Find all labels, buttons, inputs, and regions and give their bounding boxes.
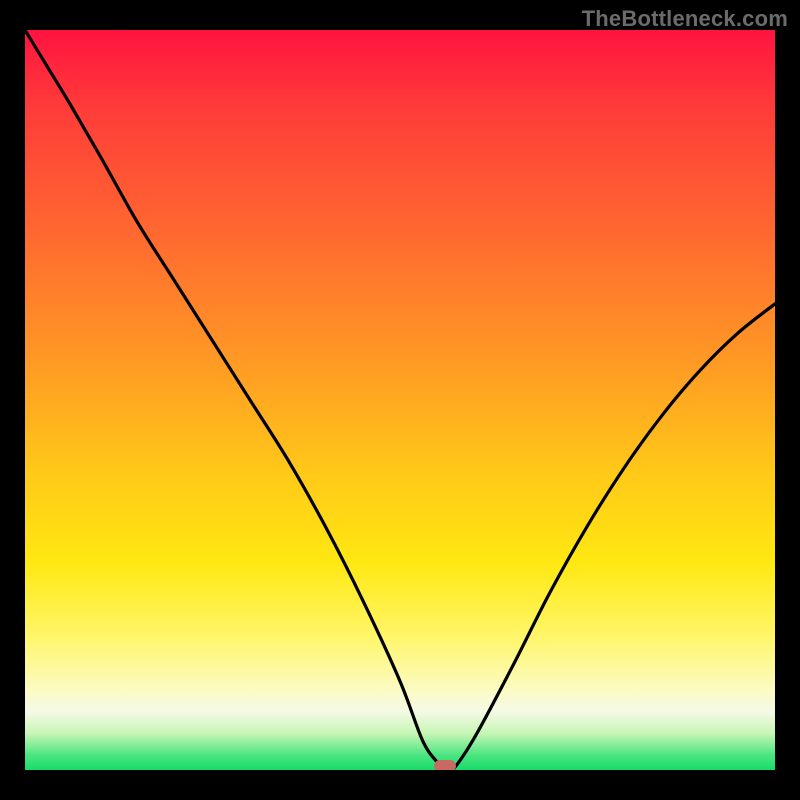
watermark-text: TheBottleneck.com <box>582 6 788 32</box>
curve-svg <box>25 30 775 770</box>
minimum-marker <box>434 760 456 770</box>
chart-container: TheBottleneck.com <box>0 0 800 800</box>
bottleneck-curve <box>25 30 775 770</box>
plot-area <box>25 30 775 770</box>
